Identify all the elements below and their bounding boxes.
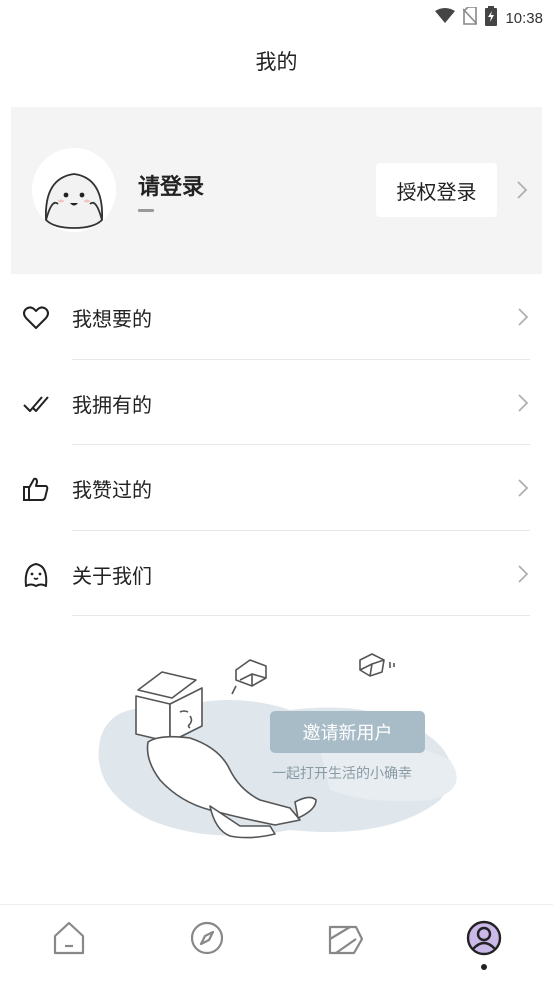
menu-item-liked[interactable]: 我赞过的 xyxy=(0,445,553,531)
menu-item-label: 我赞过的 xyxy=(72,478,152,502)
chevron-right-icon xyxy=(517,307,529,331)
battery-charging-icon xyxy=(485,6,498,30)
tab-box[interactable] xyxy=(326,919,364,957)
menu-item-label: 我想要的 xyxy=(72,307,152,331)
menu-item-wanted[interactable]: 我想要的 xyxy=(0,274,553,360)
chevron-right-icon xyxy=(517,393,529,417)
menu-item-owned[interactable]: 我拥有的 xyxy=(0,360,553,445)
avatar[interactable] xyxy=(32,148,116,232)
divider xyxy=(72,615,530,616)
status-bar: 10:38 xyxy=(0,0,553,32)
bottom-tab-bar xyxy=(0,904,553,983)
tab-home[interactable] xyxy=(50,919,88,957)
thumbs-up-icon xyxy=(22,475,50,503)
chevron-right-icon xyxy=(517,478,529,502)
ghost-avatar-icon xyxy=(32,148,116,232)
active-tab-indicator xyxy=(481,964,487,970)
chevron-right-icon xyxy=(517,564,529,588)
heart-icon xyxy=(22,304,50,332)
menu-item-label: 我拥有的 xyxy=(72,392,152,417)
login-prompt[interactable]: 请登录 xyxy=(138,169,204,201)
no-sim-icon xyxy=(462,6,479,29)
home-icon xyxy=(53,921,85,955)
ghost-icon xyxy=(22,561,50,589)
compass-icon xyxy=(190,921,224,955)
invite-subtitle: 一起打开生活的小确幸 xyxy=(272,766,412,782)
chevron-right-icon[interactable] xyxy=(516,180,528,204)
tab-profile[interactable] xyxy=(465,919,503,957)
authorize-login-button[interactable]: 授权登录 xyxy=(376,163,497,217)
box-icon xyxy=(328,925,364,955)
page-title: 我的 xyxy=(255,50,298,74)
menu-list: 我想要的 我拥有的 我赞过的 关于我们 xyxy=(0,274,553,616)
status-time: 10:38 xyxy=(505,9,543,27)
profile-icon xyxy=(466,920,502,956)
menu-item-about[interactable]: 关于我们 xyxy=(0,531,553,616)
tab-discover[interactable] xyxy=(188,919,226,957)
login-subtitle-dash: — xyxy=(138,209,154,212)
profile-card[interactable]: 请登录 — 授权登录 xyxy=(11,107,542,274)
double-check-icon xyxy=(22,390,50,418)
menu-item-label: 关于我们 xyxy=(72,563,152,588)
wifi-icon xyxy=(435,8,456,28)
invite-new-user-button[interactable]: 邀请新用户 xyxy=(270,711,425,753)
status-icons: 10:38 xyxy=(435,6,543,30)
